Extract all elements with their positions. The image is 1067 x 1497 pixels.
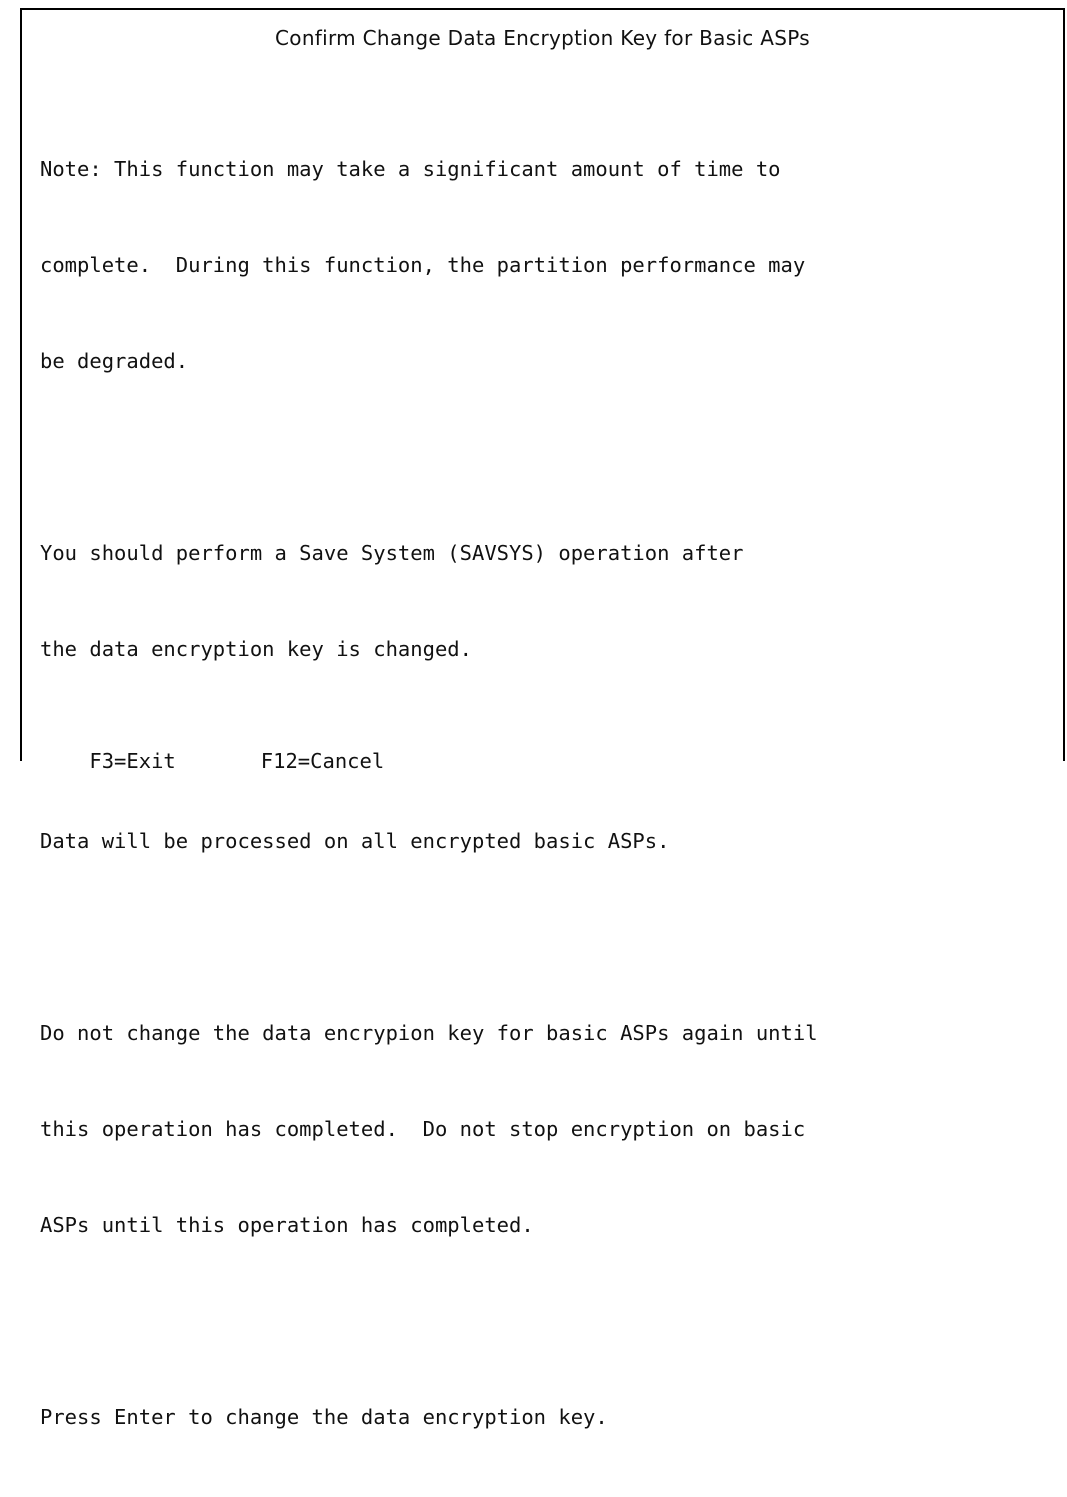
f3-exit-key[interactable]: F3=Exit bbox=[89, 745, 175, 777]
press-enter-instruction: Press Enter to change the data encryptio… bbox=[40, 1405, 608, 1429]
screen-title: Confirm Change Data Encryption Key for B… bbox=[275, 26, 810, 50]
function-key-bar: F3=Exit F12=Cancel bbox=[40, 713, 384, 809]
processing-line: Data will be processed on all encrypted … bbox=[40, 829, 670, 853]
savsys-line-2: the data encryption key is changed. bbox=[40, 637, 472, 661]
terminal-screen: Confirm Change Data Encryption Key for B… bbox=[20, 8, 1065, 1429]
note-line-2: complete. During this function, the part… bbox=[40, 253, 806, 277]
warning-line-2: this operation has completed. Do not sto… bbox=[40, 1117, 806, 1141]
note-line-3: be degraded. bbox=[40, 349, 189, 373]
warning-line-1: Do not change the data encrypion key for… bbox=[40, 1021, 818, 1045]
warning-line-3: ASPs until this operation has completed. bbox=[40, 1213, 534, 1237]
note-line-1: Note: This function may take a significa… bbox=[40, 157, 781, 181]
f12-cancel-key[interactable]: F12=Cancel bbox=[261, 745, 384, 777]
savsys-line-1: You should perform a Save System (SAVSYS… bbox=[40, 541, 744, 565]
